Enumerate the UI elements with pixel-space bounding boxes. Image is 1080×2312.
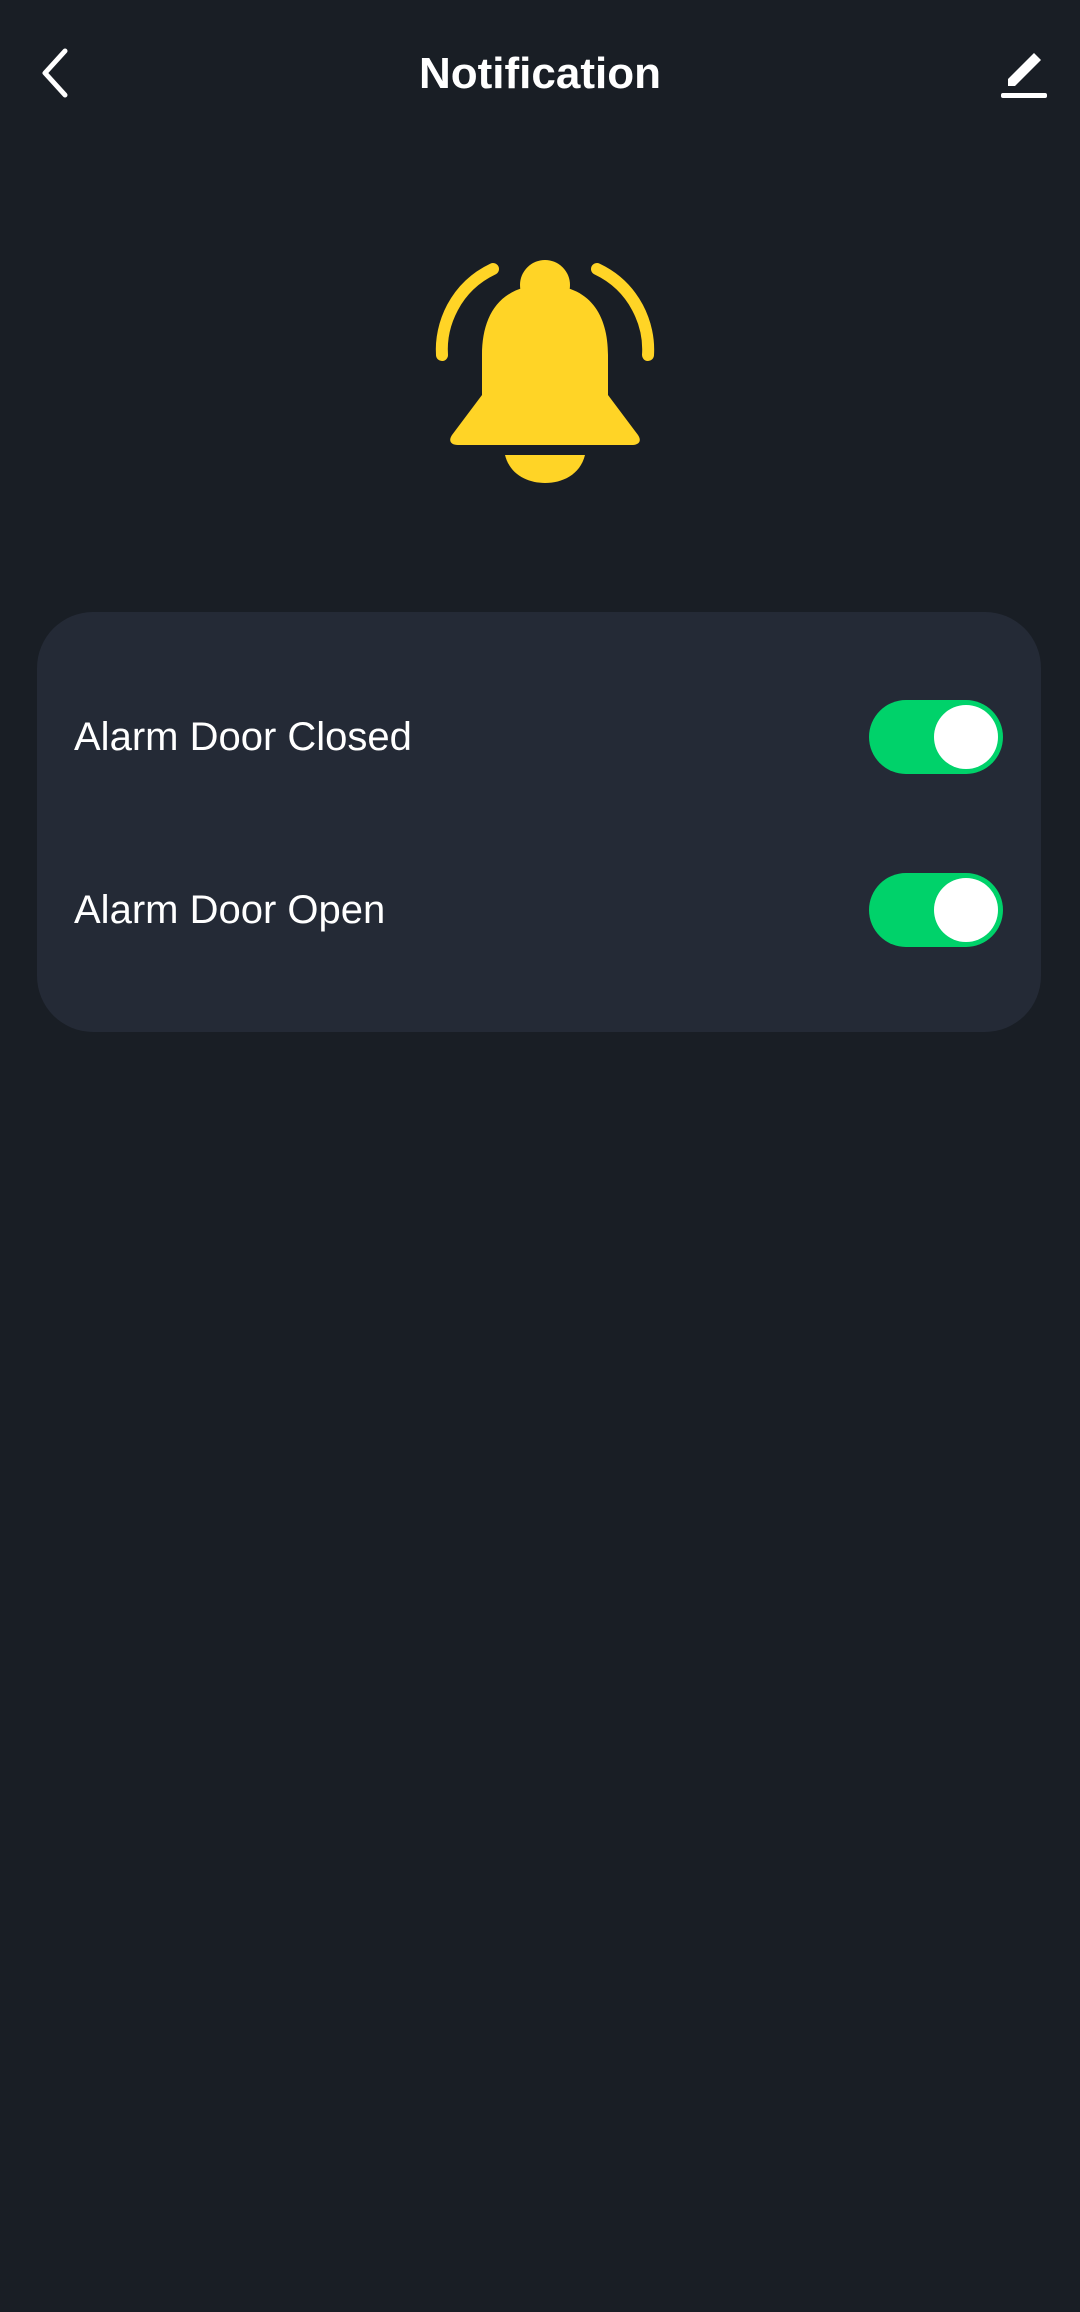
notification-settings-card: Alarm Door Closed Alarm Door Open	[37, 612, 1041, 1032]
edit-button[interactable]	[988, 38, 1060, 110]
alarm-door-closed-toggle[interactable]	[869, 700, 1003, 774]
pencil-icon	[1001, 53, 1047, 98]
setting-row-alarm-door-closed: Alarm Door Closed	[37, 677, 1041, 797]
setting-label: Alarm Door Open	[74, 888, 386, 932]
notification-hero	[430, 255, 660, 495]
bell-ringing-icon	[435, 260, 655, 483]
toggle-knob	[934, 878, 998, 942]
toggle-knob	[934, 705, 998, 769]
setting-label: Alarm Door Closed	[74, 715, 412, 759]
app-header: Notification	[0, 0, 1080, 150]
page-title: Notification	[419, 49, 661, 98]
alarm-door-open-toggle[interactable]	[869, 873, 1003, 947]
setting-row-alarm-door-open: Alarm Door Open	[37, 850, 1041, 970]
